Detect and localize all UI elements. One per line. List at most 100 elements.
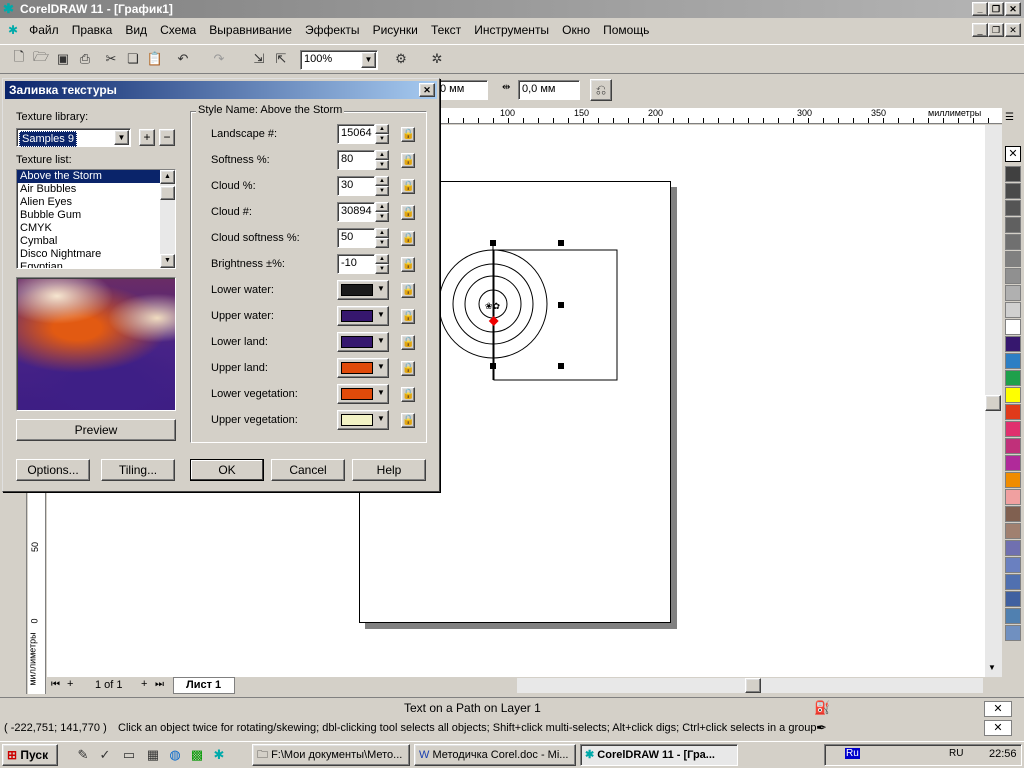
quicklaunch-icon[interactable]: ✎ bbox=[72, 744, 94, 766]
save-icon[interactable]: ▣ bbox=[52, 48, 74, 70]
ok-button[interactable]: OK bbox=[190, 459, 264, 481]
lock-icon[interactable]: 🔒 bbox=[401, 335, 415, 350]
lock-icon[interactable]: 🔒 bbox=[401, 231, 415, 246]
param-input[interactable]: -10 bbox=[337, 254, 375, 274]
texture-list-item[interactable]: Bubble Gum bbox=[17, 209, 175, 222]
quicklaunch-icon[interactable]: ✓ bbox=[94, 744, 116, 766]
palette-swatch[interactable] bbox=[1005, 285, 1021, 301]
palette-swatch[interactable] bbox=[1005, 234, 1021, 250]
app-launcher-icon[interactable]: ⚙ bbox=[390, 48, 412, 70]
open-file-icon[interactable]: 🗁 bbox=[30, 48, 52, 70]
color-picker[interactable]: ▼ bbox=[337, 410, 389, 430]
list-scrollbar[interactable]: ▲ ▼ bbox=[160, 170, 175, 268]
palette-swatch[interactable] bbox=[1005, 540, 1021, 556]
scroll-thumb[interactable] bbox=[985, 395, 1001, 411]
add-library-button[interactable]: + bbox=[139, 129, 155, 146]
export-icon[interactable]: ⇱ bbox=[270, 48, 292, 70]
spin-up-icon[interactable]: ▲ bbox=[375, 228, 389, 238]
minimize-button[interactable]: _ bbox=[972, 2, 988, 16]
palette-swatch[interactable] bbox=[1005, 387, 1021, 403]
position-field[interactable]: 0 мм bbox=[436, 80, 488, 100]
param-input[interactable]: 50 bbox=[337, 228, 375, 248]
preview-button[interactable]: Preview bbox=[16, 419, 176, 441]
menu-text[interactable]: Текст bbox=[426, 20, 466, 40]
lock-icon[interactable]: 🔒 bbox=[401, 127, 415, 142]
palette-swatch[interactable] bbox=[1005, 251, 1021, 267]
texture-list-item[interactable]: Disco Nightmare bbox=[17, 248, 175, 261]
color-picker[interactable]: ▼ bbox=[337, 384, 389, 404]
menu-help[interactable]: Помощь bbox=[598, 20, 654, 40]
scroll-up-icon[interactable]: ▲ bbox=[160, 170, 175, 184]
palette-swatch[interactable] bbox=[1005, 183, 1021, 199]
palette-swatch[interactable] bbox=[1005, 489, 1021, 505]
scroll-down-icon[interactable]: ▼ bbox=[988, 663, 996, 672]
spin-down-icon[interactable]: ▼ bbox=[375, 160, 389, 170]
spin-down-icon[interactable]: ▼ bbox=[375, 212, 389, 222]
quicklaunch-icon[interactable]: ✱ bbox=[208, 744, 230, 766]
doc-minimize-button[interactable]: _ bbox=[972, 23, 988, 37]
palette-swatch[interactable] bbox=[1005, 574, 1021, 590]
close-button[interactable]: ✕ bbox=[1005, 2, 1021, 16]
palette-swatch[interactable] bbox=[1005, 591, 1021, 607]
doc-close-button[interactable]: ✕ bbox=[1005, 23, 1021, 37]
task-explorer[interactable]: 🗀 F:\Мои документы\Мето... bbox=[252, 744, 410, 766]
texture-list-item[interactable]: Egyptian bbox=[17, 261, 175, 268]
cancel-button[interactable]: Cancel bbox=[271, 459, 345, 481]
menu-file[interactable]: Файл bbox=[24, 20, 64, 40]
scroll-down-icon[interactable]: ▼ bbox=[160, 254, 175, 268]
color-picker[interactable]: ▼ bbox=[337, 358, 389, 378]
lock-icon[interactable]: 🔒 bbox=[401, 309, 415, 324]
spin-up-icon[interactable]: ▲ bbox=[375, 254, 389, 264]
menu-view[interactable]: Вид bbox=[120, 20, 152, 40]
start-button[interactable]: ⊞ Пуск bbox=[2, 744, 58, 766]
convert-icon[interactable]: ⎌ bbox=[590, 79, 612, 101]
list-scroll-thumb[interactable] bbox=[160, 186, 175, 200]
language-indicator-2[interactable]: RU bbox=[949, 748, 963, 759]
palette-swatch[interactable] bbox=[1005, 421, 1021, 437]
texture-list-item[interactable]: Cymbal bbox=[17, 235, 175, 248]
add-page-icon[interactable]: + bbox=[67, 678, 73, 690]
tiling-button[interactable]: Tiling... bbox=[101, 459, 175, 481]
palette-swatch[interactable] bbox=[1005, 438, 1021, 454]
palette-swatch[interactable] bbox=[1005, 625, 1021, 641]
maximize-button[interactable]: ❐ bbox=[988, 2, 1004, 16]
task-coreldraw[interactable]: ✱ CorelDRAW 11 - [Гра... bbox=[580, 744, 738, 766]
palette-swatch[interactable] bbox=[1005, 166, 1021, 182]
spin-down-icon[interactable]: ▼ bbox=[375, 264, 389, 274]
lock-icon[interactable]: 🔒 bbox=[401, 283, 415, 298]
menu-edit[interactable]: Правка bbox=[67, 20, 118, 40]
lock-icon[interactable]: 🔒 bbox=[401, 257, 415, 272]
show-desktop-icon[interactable]: ▭ bbox=[118, 744, 140, 766]
texture-list-item-selected[interactable]: Above the Storm bbox=[17, 170, 160, 183]
param-input[interactable]: 30 bbox=[337, 176, 375, 196]
palette-swatch[interactable] bbox=[1005, 608, 1021, 624]
menu-bitmaps[interactable]: Рисунки bbox=[368, 20, 423, 40]
task-word[interactable]: W Методичка Corel.doc - Mi... bbox=[414, 744, 576, 766]
help-button[interactable]: Help bbox=[352, 459, 426, 481]
cut-icon[interactable]: ✂ bbox=[100, 48, 122, 70]
spin-down-icon[interactable]: ▼ bbox=[375, 238, 389, 248]
first-page-icon[interactable]: ⏮ bbox=[51, 679, 60, 690]
menu-arrange[interactable]: Выравнивание bbox=[204, 20, 297, 40]
spin-up-icon[interactable]: ▲ bbox=[375, 176, 389, 186]
print-icon[interactable]: ⎙ bbox=[74, 48, 96, 70]
copy-icon[interactable]: ❏ bbox=[122, 48, 144, 70]
palette-swatch[interactable] bbox=[1005, 370, 1021, 386]
quicklaunch-icon[interactable]: ▦ bbox=[142, 744, 164, 766]
palette-swatch[interactable] bbox=[1005, 472, 1021, 488]
new-file-icon[interactable]: 🗋 bbox=[8, 48, 30, 70]
palette-swatch[interactable] bbox=[1005, 336, 1021, 352]
last-page-icon[interactable]: ⏭ bbox=[155, 679, 164, 690]
chevron-down-icon[interactable]: ▼ bbox=[114, 130, 129, 145]
spin-up-icon[interactable]: ▲ bbox=[375, 202, 389, 212]
palette-swatch[interactable] bbox=[1005, 557, 1021, 573]
lock-icon[interactable]: 🔒 bbox=[401, 387, 415, 402]
redo-icon[interactable]: ↷ bbox=[208, 48, 230, 70]
palette-swatch[interactable] bbox=[1005, 353, 1021, 369]
palette-swatch[interactable] bbox=[1005, 217, 1021, 233]
horizontal-scrollbar[interactable] bbox=[517, 678, 983, 693]
corel-online-icon[interactable]: ✲ bbox=[426, 48, 448, 70]
color-picker[interactable]: ▼ bbox=[337, 280, 389, 300]
no-fill-swatch[interactable]: ✕ bbox=[1005, 146, 1021, 162]
param-input[interactable]: 30894 bbox=[337, 202, 375, 222]
